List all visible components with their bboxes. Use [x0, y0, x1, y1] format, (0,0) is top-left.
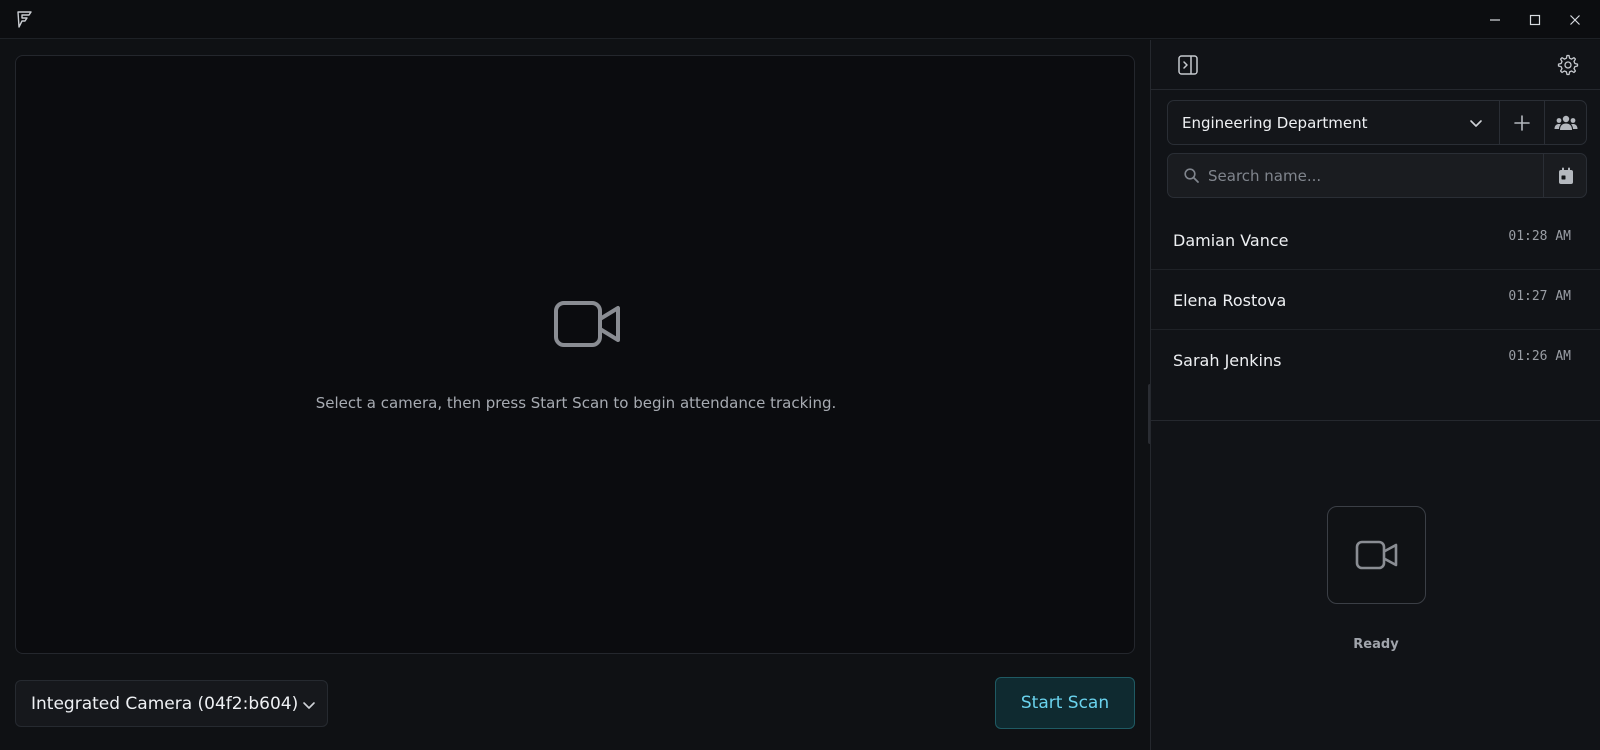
camera-panel: Select a camera, then press Start Scan t… — [0, 40, 1150, 750]
chevron-down-icon — [303, 702, 315, 709]
group-selector-row: Engineering Department — [1167, 100, 1587, 145]
search-input[interactable] — [1208, 154, 1528, 197]
list-item[interactable]: Elena Rostova 01:27 AM — [1151, 270, 1600, 330]
chevron-down-icon — [1470, 120, 1482, 127]
group-select[interactable]: Engineering Department — [1168, 101, 1499, 144]
sidebar-toggle-icon — [1178, 55, 1198, 75]
app-logo-icon — [15, 9, 35, 29]
attendance-sidebar: Engineering Department Search name... Da… — [1150, 40, 1600, 750]
calendar-icon — [1558, 167, 1573, 184]
minimize-button[interactable] — [1475, 0, 1515, 39]
log-time: 01:27 AM — [1508, 289, 1571, 304]
log-name: Sarah Jenkins — [1173, 351, 1282, 370]
log-name: Elena Rostova — [1173, 291, 1287, 310]
maximize-icon — [1529, 14, 1541, 25]
manage-members-button[interactable] — [1544, 101, 1587, 144]
add-group-button[interactable] — [1499, 101, 1544, 144]
scan-status-label: Ready — [1353, 637, 1399, 652]
users-icon — [1554, 115, 1578, 130]
close-icon — [1570, 14, 1580, 25]
camera-preview: Select a camera, then press Start Scan t… — [15, 55, 1135, 654]
settings-button[interactable] — [1556, 53, 1580, 77]
video-camera-icon — [553, 299, 623, 351]
log-name: Damian Vance — [1173, 231, 1289, 250]
group-select-value: Engineering Department — [1182, 113, 1368, 132]
gear-icon — [1557, 54, 1579, 76]
camera-select-value: Integrated Camera (04f2:b604) — [31, 693, 299, 714]
search-row — [1167, 153, 1587, 198]
minimize-icon — [1490, 18, 1500, 21]
maximize-button[interactable] — [1515, 0, 1555, 39]
title-bar — [0, 0, 1600, 39]
log-time: 01:26 AM — [1508, 349, 1571, 364]
preview-message: Select a camera, then press Start Scan t… — [315, 394, 837, 412]
date-filter-button[interactable] — [1543, 154, 1587, 197]
scan-status-box — [1327, 506, 1426, 604]
log-time: 01:28 AM — [1508, 229, 1571, 244]
plus-icon — [1514, 114, 1530, 131]
start-scan-button[interactable]: Start Scan — [995, 677, 1135, 729]
close-button[interactable] — [1555, 0, 1595, 39]
sidebar-toggle-button[interactable] — [1177, 54, 1199, 76]
search-icon — [1184, 168, 1199, 183]
sidebar-header — [1151, 40, 1600, 90]
list-item[interactable]: Damian Vance 01:28 AM — [1151, 210, 1600, 270]
video-camera-icon — [1355, 540, 1397, 570]
attendance-log: Damian Vance 01:28 AM Elena Rostova 01:2… — [1151, 210, 1600, 421]
list-item[interactable]: Sarah Jenkins 01:26 AM — [1151, 330, 1600, 390]
camera-select[interactable]: Integrated Camera (04f2:b604) — [15, 680, 328, 727]
